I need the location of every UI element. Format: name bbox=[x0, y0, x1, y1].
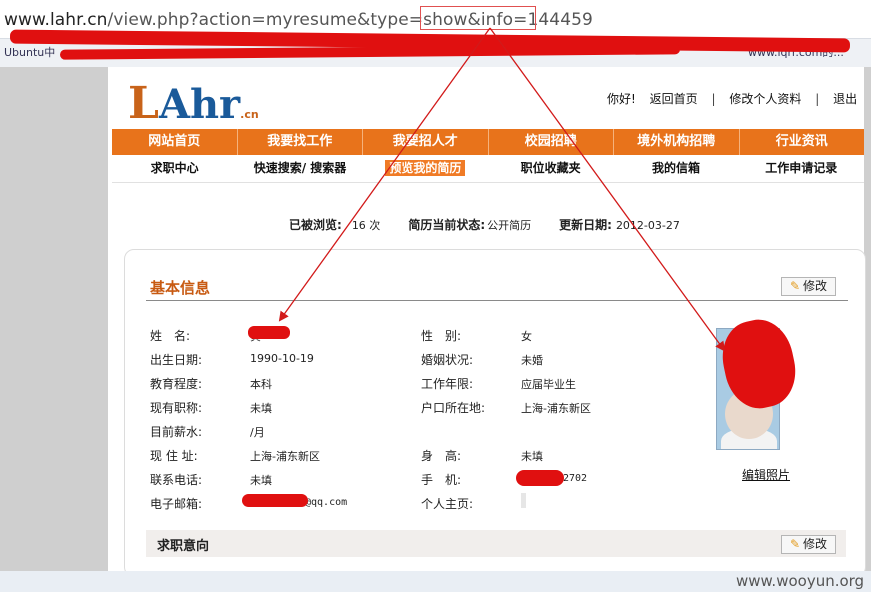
edit-intent-button[interactable]: ✎ 修改 bbox=[781, 535, 836, 554]
nav-item-home[interactable]: 网站首页 bbox=[112, 129, 238, 155]
updated-value: 2012-03-27 bbox=[615, 219, 680, 232]
nav-item-overseas[interactable]: 境外机构招聘 bbox=[614, 129, 740, 155]
phone-value: 未填 bbox=[250, 474, 272, 487]
job-intent-header bbox=[146, 530, 846, 557]
job-title-label: 现有职称: bbox=[150, 401, 203, 415]
watermark-text: www.wooyun.org bbox=[736, 572, 865, 590]
marital-value: 未婚 bbox=[521, 354, 543, 367]
left-gutter bbox=[0, 67, 108, 575]
state-label: 简历当前状态: bbox=[408, 218, 486, 232]
name-label: 姓 名: bbox=[150, 329, 191, 343]
redaction-scribble bbox=[242, 494, 308, 507]
logout-link[interactable]: 退出 bbox=[833, 90, 857, 107]
edit-photo-link[interactable]: 编辑照片 bbox=[742, 466, 790, 483]
address-value: 上海-浦东新区 bbox=[250, 450, 320, 463]
divider: | bbox=[711, 92, 716, 106]
subnav-item-center[interactable]: 求职中心 bbox=[112, 155, 237, 182]
url-domain: www.lahr.cn bbox=[4, 10, 108, 30]
edit-basic-button[interactable]: ✎ 修改 bbox=[781, 277, 836, 296]
site-logo[interactable]: LAhr.cn bbox=[128, 78, 259, 129]
logo-ahr: Ahr bbox=[158, 81, 241, 128]
main-nav: 网站首页 我要找工作 我要招人才 校园招聘 境外机构招聘 行业资讯 bbox=[112, 129, 864, 155]
subnav-label: 我的信箱 bbox=[651, 161, 700, 175]
job-title-value: 未填 bbox=[250, 402, 272, 415]
gender-value: 女 bbox=[521, 330, 532, 343]
homepage-value-empty bbox=[521, 493, 526, 508]
pencil-icon: ✎ bbox=[789, 279, 801, 293]
subnav-label: 工作申请记录 bbox=[765, 161, 838, 175]
subnav-item-preview-resume[interactable]: 预览我的简历 bbox=[363, 155, 488, 182]
greeting-text: 你好! bbox=[607, 92, 636, 106]
email-label: 电子邮箱: bbox=[150, 497, 203, 511]
subnav-item-favorites[interactable]: 职位收藏夹 bbox=[488, 155, 613, 182]
work-years-label: 工作年限: bbox=[421, 377, 474, 391]
work-years-value: 应届毕业生 bbox=[521, 378, 576, 391]
phone-label: 联系电话: bbox=[150, 473, 203, 487]
edit-label: 修改 bbox=[803, 537, 828, 551]
education-label: 教育程度: bbox=[150, 377, 203, 391]
marital-label: 婚姻状况: bbox=[421, 353, 474, 367]
resume-status-line: 已被浏览: 16 次 简历当前状态: 公开简历 更新日期: 2012-03-27 bbox=[289, 216, 680, 233]
home-link[interactable]: 返回首页 bbox=[650, 90, 698, 107]
views-value: 16 次 bbox=[351, 219, 381, 232]
subnav-item-applications[interactable]: 工作申请记录 bbox=[739, 155, 864, 182]
sub-nav: 求职中心 快速搜索/ 搜索器 预览我的简历 职位收藏夹 我的信箱 工作申请记录 bbox=[112, 155, 864, 183]
edit-profile-link[interactable]: 修改个人资料 bbox=[729, 90, 801, 107]
job-intent-title: 求职意向 bbox=[157, 539, 210, 554]
divider: | bbox=[815, 92, 820, 106]
updated-label: 更新日期: bbox=[559, 218, 612, 232]
nav-item-campus[interactable]: 校园招聘 bbox=[489, 129, 614, 155]
mobile-value: 2702 bbox=[563, 473, 588, 484]
subnav-item-search[interactable]: 快速搜索/ 搜索器 bbox=[237, 155, 362, 182]
height-label: 身 高: bbox=[421, 449, 462, 463]
nav-item-news[interactable]: 行业资讯 bbox=[740, 129, 865, 155]
nav-item-recruit[interactable]: 我要招人才 bbox=[363, 129, 489, 155]
basic-info-title: 基本信息 bbox=[150, 279, 211, 297]
nav-item-find-job[interactable]: 我要找工作 bbox=[238, 129, 363, 155]
views-label: 已被浏览: bbox=[289, 218, 342, 232]
subnav-label: 预览我的简历 bbox=[385, 160, 466, 176]
salary-value: /月 bbox=[250, 426, 265, 439]
height-value: 未填 bbox=[521, 450, 543, 463]
education-value: 本科 bbox=[250, 378, 272, 391]
subnav-label: 职位收藏夹 bbox=[520, 161, 581, 175]
pencil-icon: ✎ bbox=[789, 537, 801, 551]
logo-cn: .cn bbox=[240, 108, 259, 121]
redaction-scribble bbox=[248, 326, 290, 339]
address-label: 现 住 址: bbox=[150, 449, 198, 463]
url-param-highlight-box bbox=[420, 6, 536, 30]
logo-l: L bbox=[128, 78, 159, 129]
hukou-value: 上海-浦东新区 bbox=[521, 402, 591, 415]
bookmark-item-ubuntu[interactable]: Ubuntu中 bbox=[4, 44, 55, 60]
mobile-label: 手 机: bbox=[421, 473, 462, 487]
birth-label: 出生日期: bbox=[150, 353, 203, 367]
gender-label: 性 别: bbox=[421, 329, 462, 343]
redaction-scribble bbox=[516, 470, 564, 486]
subnav-item-mailbox[interactable]: 我的信箱 bbox=[613, 155, 738, 182]
state-value: 公开简历 bbox=[487, 219, 532, 232]
edit-label: 修改 bbox=[803, 279, 828, 293]
salary-label: 目前薪水: bbox=[150, 425, 203, 439]
email-value: @qq.com bbox=[305, 497, 348, 508]
homepage-label: 个人主页: bbox=[421, 497, 474, 511]
subnav-label: 快速搜索/ 搜索器 bbox=[253, 161, 347, 175]
birth-value: 1990-10-19 bbox=[250, 352, 314, 365]
section-divider bbox=[146, 300, 848, 301]
subnav-label: 求职中心 bbox=[150, 161, 199, 175]
hukou-label: 户口所在地: bbox=[421, 401, 486, 415]
top-links: 你好! 返回首页 | 修改个人资料 | 退出 bbox=[607, 90, 857, 107]
